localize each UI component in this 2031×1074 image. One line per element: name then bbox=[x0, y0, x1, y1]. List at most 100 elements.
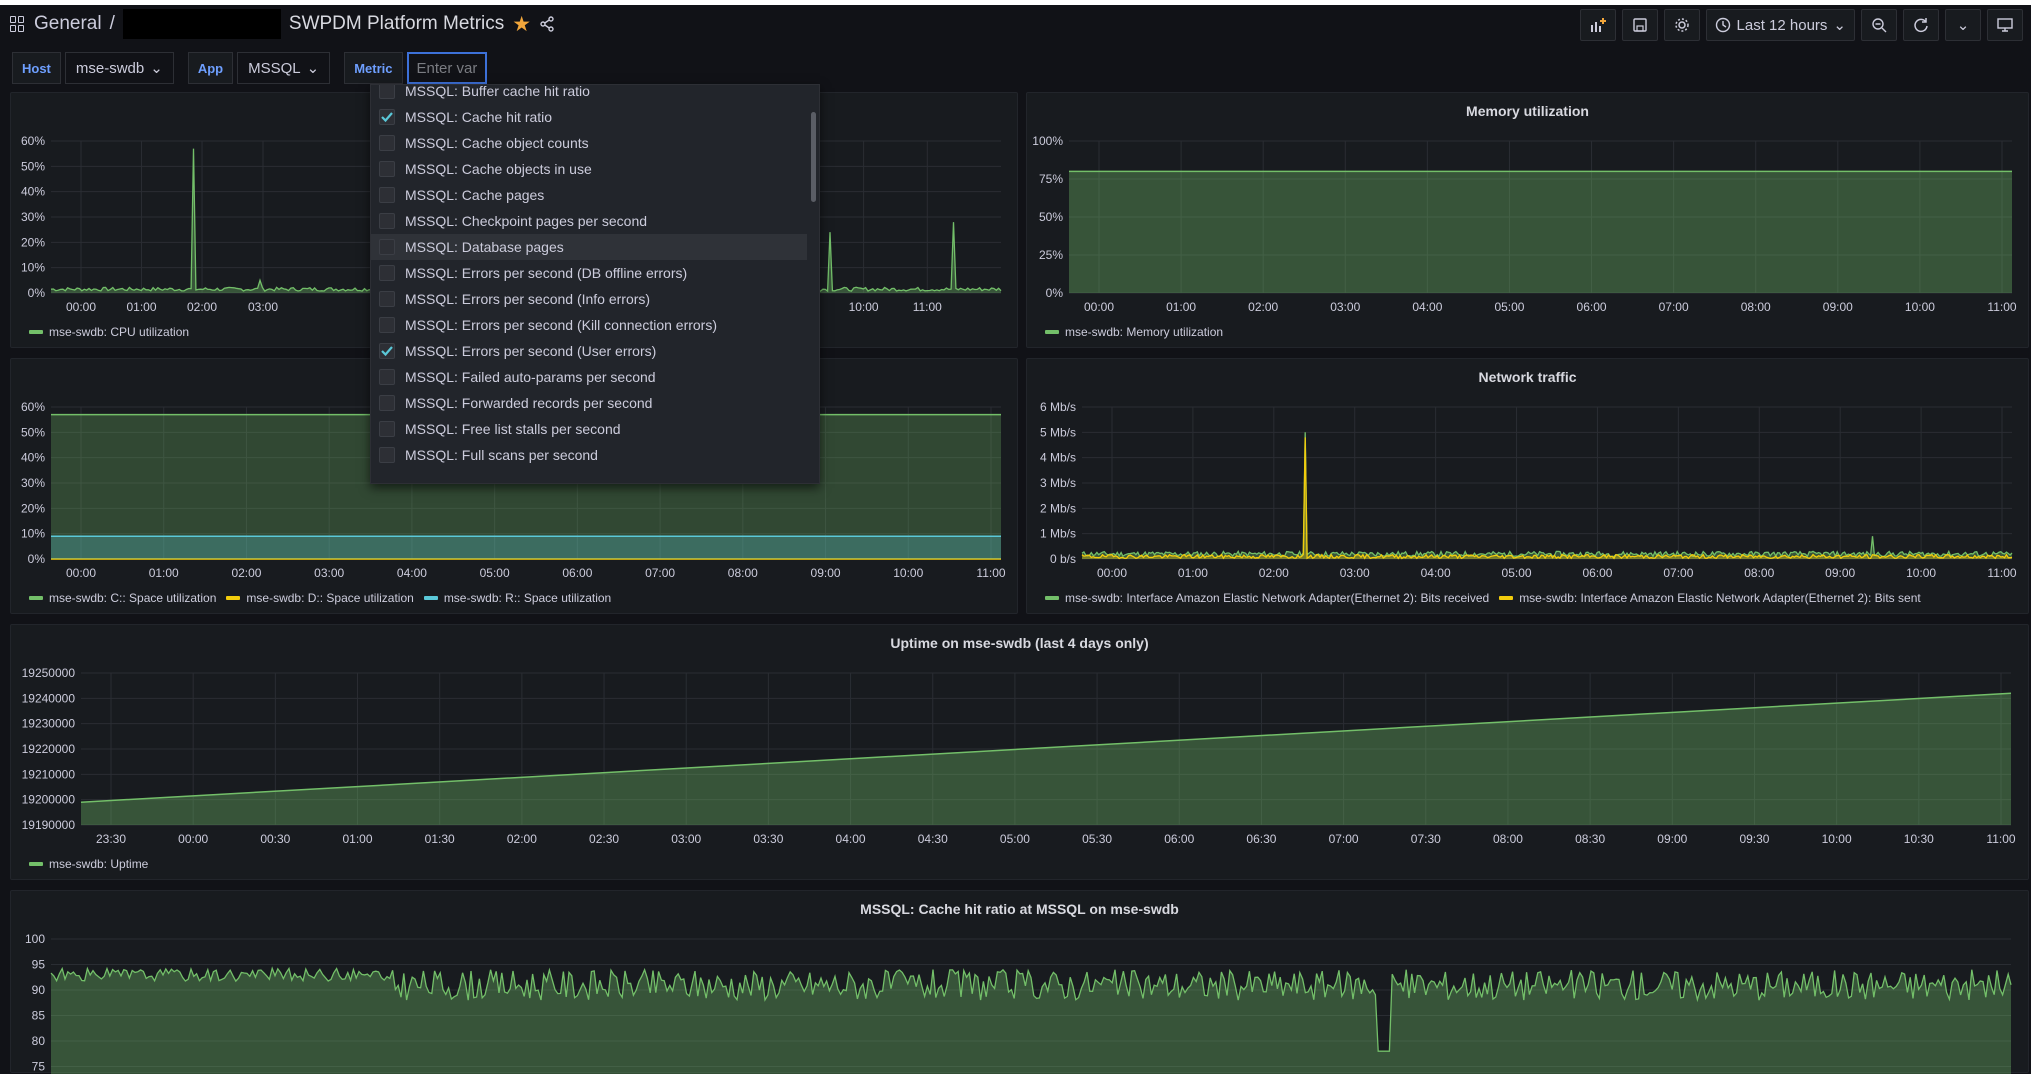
legend-label: mse-swdb: Interface Amazon Elastic Netwo… bbox=[1065, 591, 1490, 605]
checkbox[interactable] bbox=[379, 421, 395, 437]
legend-item[interactable]: mse-swdb: Interface Amazon Elastic Netwo… bbox=[1499, 591, 1921, 605]
metric-option[interactable]: MSSQL: Errors per second (DB offline err… bbox=[371, 260, 807, 286]
x-tick-label: 03:00 bbox=[248, 300, 278, 314]
metric-option[interactable]: MSSQL: Cache objects in use bbox=[371, 156, 807, 182]
metric-option[interactable]: MSSQL: Database pages bbox=[371, 234, 807, 260]
checkbox[interactable] bbox=[379, 447, 395, 463]
y-tick-label: 0% bbox=[28, 552, 46, 566]
uptime-chart: 19250000 19240000 19230000 19220000 19210000… bbox=[22, 666, 2016, 846]
memory-series-area bbox=[1069, 171, 2012, 293]
checkbox[interactable] bbox=[379, 109, 395, 125]
uptime-panel[interactable]: Uptime on mse-swdb (last 4 days only) 19… bbox=[10, 624, 2029, 880]
metric-option-label: MSSQL: Cache hit ratio bbox=[405, 109, 553, 125]
legend-item[interactable]: mse-swdb: C:: Space utilization bbox=[29, 591, 216, 605]
metric-option-label: MSSQL: Errors per second (Kill connectio… bbox=[405, 317, 717, 333]
metric-options-dropdown[interactable]: MSSQL: Buffer cache hit ratio MSSQL: Cach… bbox=[370, 84, 820, 484]
legend-label: mse-swdb: R:: Space utilization bbox=[443, 591, 612, 605]
top-bar: General / SWPDM Platform Metrics ★ Last … bbox=[0, 0, 2031, 41]
zoom-out-button[interactable] bbox=[1861, 9, 1897, 41]
x-tick-label: 03:00 bbox=[671, 832, 701, 846]
refresh-button[interactable] bbox=[1903, 9, 1939, 41]
add-panel-button[interactable] bbox=[1579, 9, 1616, 41]
star-icon[interactable]: ★ bbox=[512, 14, 531, 35]
breadcrumb-folder[interactable]: General bbox=[34, 13, 102, 35]
x-tick-label: 00:00 bbox=[1084, 300, 1114, 314]
checkbox[interactable] bbox=[379, 265, 395, 281]
metric-option[interactable]: MSSQL: Errors per second (Kill connectio… bbox=[371, 312, 807, 338]
checkbox[interactable] bbox=[379, 239, 395, 255]
metric-option-label: MSSQL: Failed auto-params per second bbox=[405, 369, 656, 385]
x-tick-label: 08:30 bbox=[1575, 832, 1605, 846]
y-tick-label: 6 Mb/s bbox=[1040, 400, 1076, 414]
legend-item[interactable]: mse-swdb: R:: Space utilization bbox=[423, 591, 612, 605]
legend-item[interactable]: mse-swdb: Memory utilization bbox=[1045, 325, 1223, 339]
toolbar: Last 12 hours ⌄ ⌄ bbox=[1579, 9, 2023, 41]
x-tick-label: 05:00 bbox=[1502, 566, 1532, 580]
view-mode-button[interactable] bbox=[1987, 9, 2023, 41]
x-tick-label: 02:00 bbox=[231, 566, 261, 580]
refresh-interval-dropdown[interactable]: ⌄ bbox=[1945, 9, 1981, 41]
variable-bar: Host mse-swdb ⌄ App MSSQL ⌄ Metric bbox=[12, 52, 487, 84]
save-button[interactable] bbox=[1621, 9, 1658, 41]
x-tick-label: 03:30 bbox=[753, 832, 783, 846]
legend-item[interactable]: mse-swdb: Uptime bbox=[29, 857, 148, 871]
checkbox[interactable] bbox=[379, 291, 395, 307]
dropdown-scrollbar[interactable] bbox=[811, 112, 816, 202]
y-tick-label: 0 b/s bbox=[1050, 552, 1076, 566]
settings-button[interactable] bbox=[1663, 9, 1700, 41]
metric-option-label: MSSQL: Cache pages bbox=[405, 187, 545, 203]
metric-option[interactable]: MSSQL: Full scans per second bbox=[371, 442, 807, 468]
legend-item[interactable]: mse-swdb: D:: Space utilization bbox=[226, 591, 414, 605]
save-icon bbox=[1632, 18, 1647, 32]
metric-option-label: MSSQL: Forwarded records per second bbox=[405, 395, 653, 411]
cpu-legend: mse-swdb: CPU utilization bbox=[29, 325, 189, 339]
metric-option[interactable]: MSSQL: Checkpoint pages per second bbox=[371, 208, 807, 234]
metric-option[interactable]: MSSQL: Buffer cache hit ratio bbox=[371, 85, 807, 104]
metric-variable-input[interactable] bbox=[406, 52, 487, 84]
checkbox[interactable] bbox=[379, 317, 395, 333]
x-tick-label: 05:00 bbox=[480, 566, 510, 580]
checkbox[interactable] bbox=[379, 85, 395, 99]
share-icon[interactable] bbox=[539, 16, 555, 32]
legend-label: mse-swdb: Uptime bbox=[49, 857, 149, 871]
x-tick-label: 02:00 bbox=[187, 300, 217, 314]
legend-swatch bbox=[423, 596, 438, 600]
metric-option[interactable]: MSSQL: Errors per second (User errors) bbox=[371, 338, 807, 364]
host-variable-select[interactable]: mse-swdb ⌄ bbox=[64, 52, 174, 84]
x-tick-label: 10:00 bbox=[1906, 566, 1936, 580]
dashboards-grid-icon[interactable] bbox=[10, 16, 26, 32]
memory-utilization-panel[interactable]: Memory utilization 100% 75% 50% 25% 0% 00:00 0… bbox=[1026, 92, 2029, 348]
metric-option[interactable]: MSSQL: Failed auto-params per second bbox=[371, 364, 807, 390]
checkbox[interactable] bbox=[379, 161, 395, 177]
cache-hit-ratio-panel[interactable]: MSSQL: Cache hit ratio at MSSQL on mse-s… bbox=[10, 890, 2029, 1074]
x-tick-label: 11:00 bbox=[1987, 300, 2016, 314]
cache-series-line-area bbox=[51, 968, 2011, 1074]
checkbox[interactable] bbox=[379, 369, 395, 385]
checkbox[interactable] bbox=[379, 187, 395, 203]
app-variable-select[interactable]: MSSQL ⌄ bbox=[237, 52, 331, 84]
checkbox[interactable] bbox=[379, 343, 395, 359]
zoom-out-icon bbox=[1872, 18, 1887, 33]
x-tick-label: 04:00 bbox=[836, 832, 866, 846]
time-range-picker[interactable]: Last 12 hours ⌄ bbox=[1705, 9, 1855, 41]
checkbox[interactable] bbox=[379, 213, 395, 229]
x-tick-label: 11:00 bbox=[1986, 832, 2015, 846]
metric-option[interactable]: MSSQL: Cache object counts bbox=[371, 130, 807, 156]
metric-option[interactable]: MSSQL: Forwarded records per second bbox=[371, 390, 807, 416]
x-tick-label: 09:00 bbox=[811, 566, 841, 580]
x-tick-label: 01:00 bbox=[343, 832, 373, 846]
x-tick-label: 04:00 bbox=[1412, 300, 1442, 314]
checkbox[interactable] bbox=[379, 135, 395, 151]
network-traffic-panel[interactable]: Network traffic 6 Mb/s 5 Mb/s 4 Mb/s 3 Mb/s… bbox=[1026, 358, 2029, 614]
dashboard-title[interactable]: SWPDM Platform Metrics bbox=[289, 13, 504, 35]
y-tick-label: 3 Mb/s bbox=[1040, 476, 1076, 490]
metric-option[interactable]: MSSQL: Errors per second (Info errors) bbox=[371, 286, 807, 312]
metric-option[interactable]: MSSQL: Cache pages bbox=[371, 182, 807, 208]
legend-item[interactable]: mse-swdb: Interface Amazon Elastic Netwo… bbox=[1045, 591, 1489, 605]
y-tick-label: 19210000 bbox=[22, 767, 76, 781]
x-tick-label: 04:00 bbox=[397, 566, 427, 580]
metric-option[interactable]: MSSQL: Cache hit ratio bbox=[371, 104, 807, 130]
checkbox[interactable] bbox=[379, 395, 395, 411]
metric-option[interactable]: MSSQL: Free list stalls per second bbox=[371, 416, 807, 442]
legend-item[interactable]: mse-swdb: CPU utilization bbox=[29, 325, 189, 339]
